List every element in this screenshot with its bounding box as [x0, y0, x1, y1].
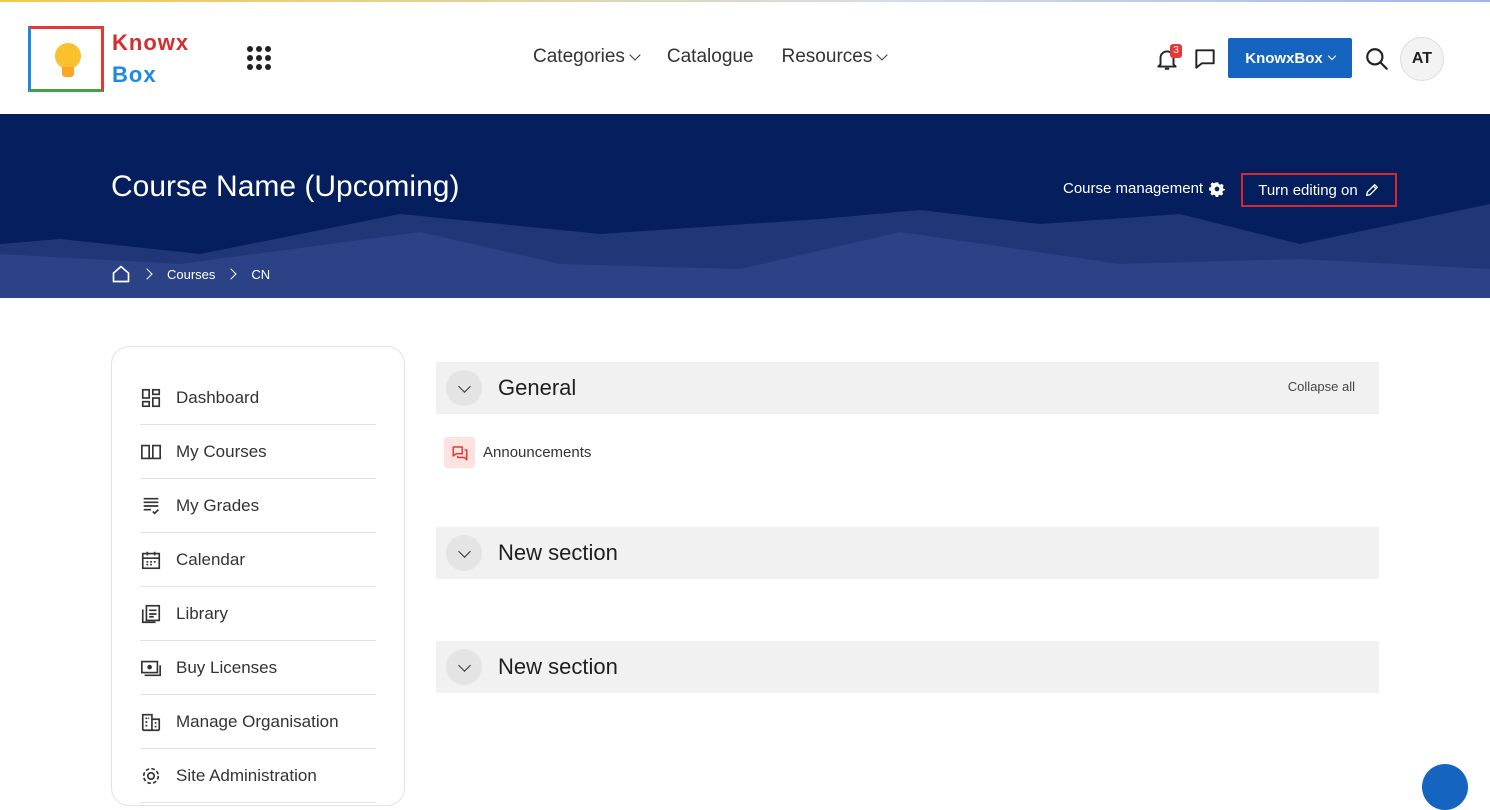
section-title[interactable]: General: [498, 375, 576, 401]
activity-announcements[interactable]: Announcements: [444, 437, 591, 468]
book-icon: [141, 444, 161, 459]
chevron-down-icon: [457, 544, 471, 558]
menu-categories[interactable]: Categories: [533, 46, 641, 68]
collapse-all-link[interactable]: Collapse all: [1288, 379, 1355, 394]
menu-catalogue[interactable]: Catalogue: [667, 46, 754, 68]
search-icon[interactable]: [1364, 46, 1390, 72]
chevron-down-icon: [876, 49, 889, 61]
section-toggle-button[interactable]: [446, 649, 482, 685]
help-chat-button[interactable]: [1422, 764, 1468, 810]
sidebar-item-label: My Grades: [176, 495, 260, 515]
turn-editing-on-button[interactable]: Turn editing on: [1241, 173, 1397, 207]
chevron-down-icon: [457, 658, 471, 672]
settings-icon: [142, 767, 160, 784]
course-section-general: General Collapse all: [436, 362, 1379, 414]
org-switcher-label: KnowxBox: [1245, 49, 1323, 67]
forum-icon: [444, 437, 475, 468]
turn-editing-label: Turn editing on: [1258, 181, 1358, 199]
menu-catalogue-label: Catalogue: [666, 46, 754, 67]
sidebar-item-label: Library: [176, 603, 228, 623]
org-switcher-button[interactable]: KnowxBox: [1228, 38, 1352, 78]
logo-text-line1: Knowx: [112, 30, 190, 55]
sidebar-item-label: Buy Licenses: [176, 657, 278, 677]
dashboard-icon: [141, 388, 161, 407]
breadcrumb-cn[interactable]: CN: [251, 267, 270, 282]
user-avatar[interactable]: AT: [1400, 37, 1444, 81]
sidebar-nav: Dashboard My Courses My Grades Calendar …: [111, 346, 405, 806]
breadcrumb-courses[interactable]: Courses: [167, 267, 215, 282]
library-icon: [141, 604, 161, 623]
course-header: Course Name (Upcoming) Course management…: [0, 114, 1490, 298]
lightbulb-icon: [55, 43, 81, 69]
menu-categories-label: Categories: [533, 46, 625, 67]
section-toggle-button[interactable]: [446, 370, 482, 406]
licenses-icon: [141, 660, 161, 676]
section-title[interactable]: New section: [498, 654, 618, 680]
logo-text-line2: Box: [112, 62, 157, 87]
chevron-right-icon: [141, 268, 153, 280]
sidebar-item-dashboard[interactable]: Dashboard: [140, 371, 376, 425]
course-management-link[interactable]: Course management: [1063, 180, 1226, 197]
course-management-label: Course management: [1063, 180, 1204, 197]
organisation-icon: [141, 713, 161, 731]
chevron-down-icon: [457, 379, 471, 393]
gear-icon: [1209, 181, 1226, 197]
chat-icon[interactable]: [1192, 46, 1218, 72]
sidebar-item-label: Calendar: [176, 549, 245, 569]
logo-frame: [28, 26, 104, 92]
menu-resources-label: Resources: [781, 46, 873, 67]
sidebar-item-label: My Courses: [176, 441, 267, 461]
brand-logo[interactable]: Knowx Box: [28, 26, 204, 96]
sidebar-item-my-courses[interactable]: My Courses: [140, 425, 376, 479]
section-toggle-button[interactable]: [446, 535, 482, 571]
section-title[interactable]: New section: [498, 540, 618, 566]
sidebar-item-label: Site Administration: [176, 765, 317, 785]
grades-icon: [143, 497, 159, 515]
chevron-down-icon: [629, 49, 641, 61]
chevron-right-icon: [225, 268, 238, 280]
sidebar-item-site-administration[interactable]: Site Administration: [140, 749, 376, 803]
sidebar-item-calendar[interactable]: Calendar: [140, 533, 376, 587]
sidebar-item-my-grades[interactable]: My Grades: [140, 479, 376, 533]
course-section-new-1: New section: [436, 527, 1379, 579]
sidebar-item-label: Dashboard: [176, 387, 260, 407]
calendar-icon: [141, 551, 161, 569]
sidebar-item-library[interactable]: Library: [140, 587, 376, 641]
home-icon[interactable]: [111, 264, 131, 284]
lightbulb-base: [62, 67, 74, 77]
course-section-new-2: New section: [436, 641, 1379, 693]
top-navbar: Knowx Box Categories Catalogue Resources…: [0, 2, 1490, 114]
notification-badge: 3: [1170, 44, 1182, 58]
sidebar-item-manage-organisation[interactable]: Manage Organisation: [140, 695, 376, 749]
activity-label: Announcements: [483, 444, 592, 461]
sidebar-item-label: Manage Organisation: [176, 711, 339, 731]
pencil-icon: [1365, 184, 1378, 196]
sidebar-item-buy-licenses[interactable]: Buy Licenses: [140, 641, 376, 695]
menu-resources[interactable]: Resources: [781, 46, 889, 68]
primary-menu: Categories Catalogue Resources: [533, 46, 889, 68]
course-title: Course Name (Upcoming): [111, 170, 460, 203]
chevron-down-icon: [1327, 51, 1336, 61]
app-grid-icon[interactable]: [247, 46, 271, 70]
breadcrumb: Courses CN: [111, 264, 270, 284]
